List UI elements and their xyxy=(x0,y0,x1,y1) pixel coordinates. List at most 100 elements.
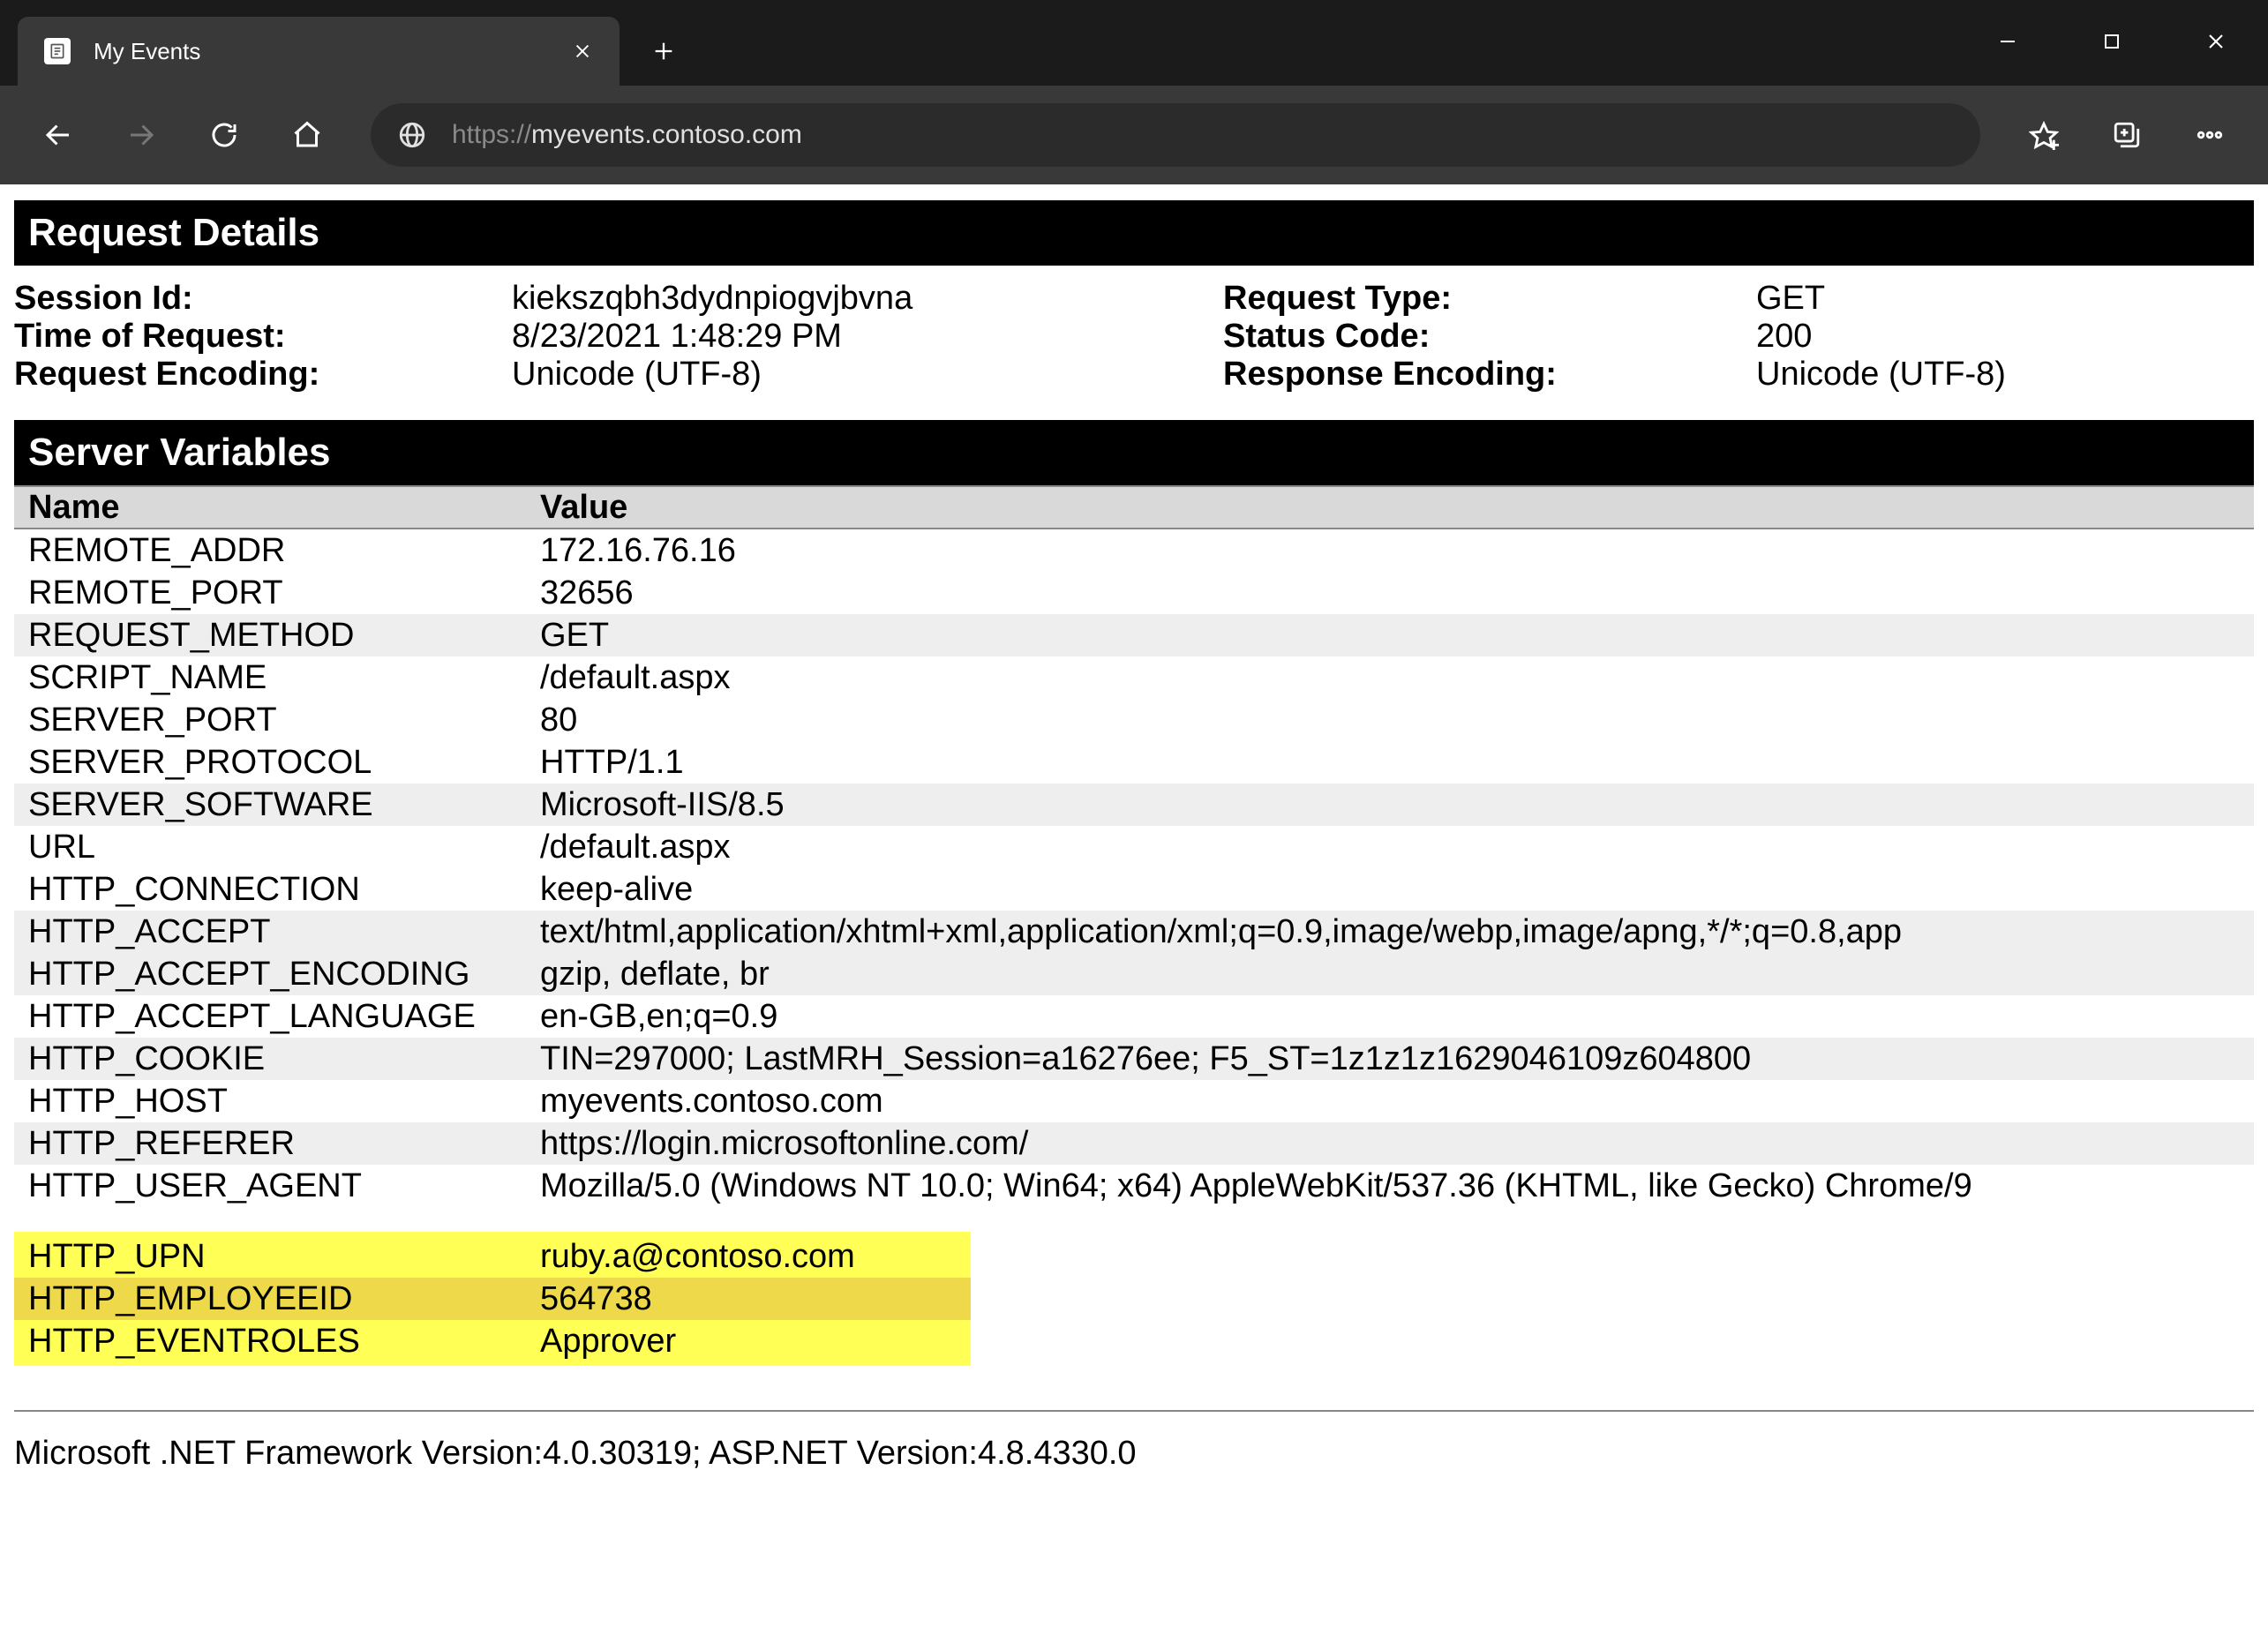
maximize-button[interactable] xyxy=(2060,11,2164,72)
back-button[interactable] xyxy=(21,98,95,172)
column-header-name: Name xyxy=(28,489,540,527)
var-name: HTTP_ACCEPT_ENCODING xyxy=(28,956,540,994)
forward-button[interactable] xyxy=(104,98,178,172)
var-value: Microsoft-IIS/8.5 xyxy=(540,786,2240,824)
table-row: HTTP_CONNECTIONkeep-alive xyxy=(14,868,2254,911)
var-value: keep-alive xyxy=(540,871,2240,909)
favorites-button[interactable] xyxy=(2007,98,2081,172)
var-name: HTTP_HOST xyxy=(28,1083,540,1121)
table-row: HTTP_COOKIETIN=297000; LastMRH_Session=a… xyxy=(14,1038,2254,1080)
url-scheme: https:// xyxy=(452,120,531,150)
var-value: 80 xyxy=(540,701,2240,739)
tab-favicon-icon xyxy=(44,38,71,64)
value-session-id: kiekszqbh3dydnpiogvjbvna xyxy=(512,280,1223,318)
menu-button[interactable] xyxy=(2173,98,2247,172)
section-header-request-details: Request Details xyxy=(14,200,2254,266)
table-row: SERVER_PORT80 xyxy=(14,699,2254,741)
var-name: HTTP_UPN xyxy=(28,1238,540,1276)
var-value: en-GB,en;q=0.9 xyxy=(540,998,2240,1036)
refresh-button[interactable] xyxy=(187,98,261,172)
site-identity-icon xyxy=(397,120,427,150)
table-row: HTTP_ACCEPTtext/html,application/xhtml+x… xyxy=(14,911,2254,953)
var-name: REQUEST_METHOD xyxy=(28,617,540,655)
var-name: SCRIPT_NAME xyxy=(28,659,540,697)
highlighted-row: HTTP_EMPLOYEEID564738 xyxy=(14,1278,971,1320)
label-time-of-request: Time of Request: xyxy=(14,318,508,356)
var-name: HTTP_REFERER xyxy=(28,1125,540,1163)
label-status-code: Status Code: xyxy=(1223,318,1753,356)
section-header-server-variables: Server Variables xyxy=(14,420,2254,485)
table-row: REMOTE_ADDR172.16.76.16 xyxy=(14,529,2254,572)
var-value: myevents.contoso.com xyxy=(540,1083,2240,1121)
var-name: HTTP_ACCEPT xyxy=(28,913,540,951)
var-name: REMOTE_PORT xyxy=(28,574,540,612)
var-name: URL xyxy=(28,829,540,866)
var-value: text/html,application/xhtml+xml,applicat… xyxy=(540,913,2240,951)
label-session-id: Session Id: xyxy=(14,280,508,318)
browser-titlebar: My Events xyxy=(0,0,2268,86)
close-tab-button[interactable] xyxy=(568,37,597,65)
column-header-value: Value xyxy=(540,489,2240,527)
label-request-type: Request Type: xyxy=(1223,280,1753,318)
var-value: https://login.microsoftonline.com/ xyxy=(540,1125,2240,1163)
highlighted-row: HTTP_UPNruby.a@contoso.com xyxy=(14,1235,971,1278)
var-value: TIN=297000; LastMRH_Session=a16276ee; F5… xyxy=(540,1040,2240,1078)
table-row: SCRIPT_NAME/default.aspx xyxy=(14,656,2254,699)
server-variables-table: REMOTE_ADDR172.16.76.16REMOTE_PORT32656R… xyxy=(0,529,2268,1207)
highlighted-row: HTTP_EVENTROLESApprover xyxy=(14,1320,971,1362)
var-value: 32656 xyxy=(540,574,2240,612)
var-value: gzip, deflate, br xyxy=(540,956,2240,994)
table-row: HTTP_USER_AGENTMozilla/5.0 (Windows NT 1… xyxy=(14,1165,2254,1207)
var-value: 564738 xyxy=(540,1280,957,1318)
value-time-of-request: 8/23/2021 1:48:29 PM xyxy=(512,318,1223,356)
table-row: HTTP_REFERERhttps://login.microsoftonlin… xyxy=(14,1122,2254,1165)
table-row: HTTP_ACCEPT_LANGUAGEen-GB,en;q=0.9 xyxy=(14,995,2254,1038)
window-controls xyxy=(1956,0,2268,86)
browser-tab[interactable]: My Events xyxy=(18,17,620,86)
var-value: HTTP/1.1 xyxy=(540,744,2240,782)
var-name: HTTP_ACCEPT_LANGUAGE xyxy=(28,998,540,1036)
var-value: /default.aspx xyxy=(540,829,2240,866)
label-request-encoding: Request Encoding: xyxy=(14,356,508,394)
request-details-block: Session Id: kiekszqbh3dydnpiogvjbvna Tim… xyxy=(0,266,2268,420)
table-row: SERVER_PROTOCOLHTTP/1.1 xyxy=(14,741,2254,784)
new-tab-button[interactable] xyxy=(637,17,690,86)
minimize-button[interactable] xyxy=(1956,11,2060,72)
close-window-button[interactable] xyxy=(2164,11,2268,72)
var-value: 172.16.76.16 xyxy=(540,532,2240,570)
address-bar[interactable]: https://myevents.contoso.com xyxy=(371,103,1980,167)
collections-button[interactable] xyxy=(2090,98,2164,172)
var-name: HTTP_CONNECTION xyxy=(28,871,540,909)
highlighted-variables: HTTP_UPNruby.a@contoso.comHTTP_EMPLOYEEI… xyxy=(14,1232,971,1366)
value-response-encoding: Unicode (UTF-8) xyxy=(1756,356,2254,394)
var-name: HTTP_COOKIE xyxy=(28,1040,540,1078)
var-name: SERVER_SOFTWARE xyxy=(28,786,540,824)
home-button[interactable] xyxy=(270,98,344,172)
var-value: /default.aspx xyxy=(540,659,2240,697)
var-name: SERVER_PORT xyxy=(28,701,540,739)
table-row: REMOTE_PORT32656 xyxy=(14,572,2254,614)
value-status-code: 200 xyxy=(1756,318,2254,356)
value-request-encoding: Unicode (UTF-8) xyxy=(512,356,1223,394)
var-value: Mozilla/5.0 (Windows NT 10.0; Win64; x64… xyxy=(540,1167,2240,1205)
var-value: Approver xyxy=(540,1323,957,1361)
var-name: REMOTE_ADDR xyxy=(28,532,540,570)
var-value: GET xyxy=(540,617,2240,655)
var-name: SERVER_PROTOCOL xyxy=(28,744,540,782)
table-row: HTTP_ACCEPT_ENCODINGgzip, deflate, br xyxy=(14,953,2254,995)
browser-toolbar: https://myevents.contoso.com xyxy=(0,86,2268,184)
label-response-encoding: Response Encoding: xyxy=(1223,356,1753,394)
var-name: HTTP_USER_AGENT xyxy=(28,1167,540,1205)
tab-title: My Events xyxy=(94,38,568,65)
var-value: ruby.a@contoso.com xyxy=(540,1238,957,1276)
table-row: REQUEST_METHODGET xyxy=(14,614,2254,656)
framework-footer: Microsoft .NET Framework Version:4.0.303… xyxy=(14,1410,2254,1473)
table-header: Name Value xyxy=(14,485,2254,529)
value-request-type: GET xyxy=(1756,280,2254,318)
var-name: HTTP_EVENTROLES xyxy=(28,1323,540,1361)
table-row: URL/default.aspx xyxy=(14,826,2254,868)
page-content: Request Details Session Id: kiekszqbh3dy… xyxy=(0,184,2268,1473)
url-host: myevents.contoso.com xyxy=(531,120,802,150)
table-row: HTTP_HOSTmyevents.contoso.com xyxy=(14,1080,2254,1122)
var-name: HTTP_EMPLOYEEID xyxy=(28,1280,540,1318)
